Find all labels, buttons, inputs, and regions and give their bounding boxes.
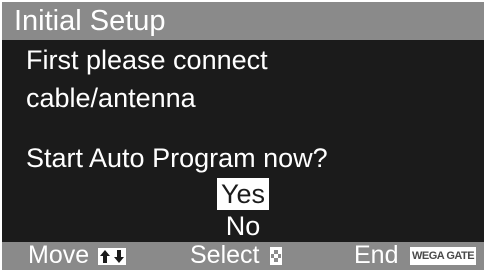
option-row-no: No bbox=[2, 210, 484, 242]
instruction-line-2: cable/antenna bbox=[26, 83, 196, 113]
option-row-yes: Yes bbox=[2, 178, 484, 210]
hint-bar: Move Select End WEGA GATE bbox=[2, 241, 484, 270]
prompt-question: Start Auto Program now? bbox=[26, 143, 328, 173]
center-button-icon bbox=[270, 247, 282, 265]
setup-dialog: Initial Setup First please connect cable… bbox=[2, 2, 484, 270]
yes-option[interactable]: Yes bbox=[216, 178, 270, 210]
up-down-arrows-icon bbox=[98, 248, 126, 265]
no-option[interactable]: No bbox=[222, 210, 265, 242]
select-hint-label: Select bbox=[190, 241, 260, 269]
end-hint-label: End bbox=[354, 241, 399, 269]
move-hint-label: Move bbox=[28, 241, 90, 269]
page-title: Initial Setup bbox=[14, 5, 166, 37]
title-bar: Initial Setup bbox=[2, 2, 484, 40]
wega-gate-badge: WEGA GATE bbox=[410, 247, 477, 265]
instruction-line-1: First please connect bbox=[26, 45, 268, 75]
tv-screen: Initial Setup First please connect cable… bbox=[0, 0, 488, 274]
